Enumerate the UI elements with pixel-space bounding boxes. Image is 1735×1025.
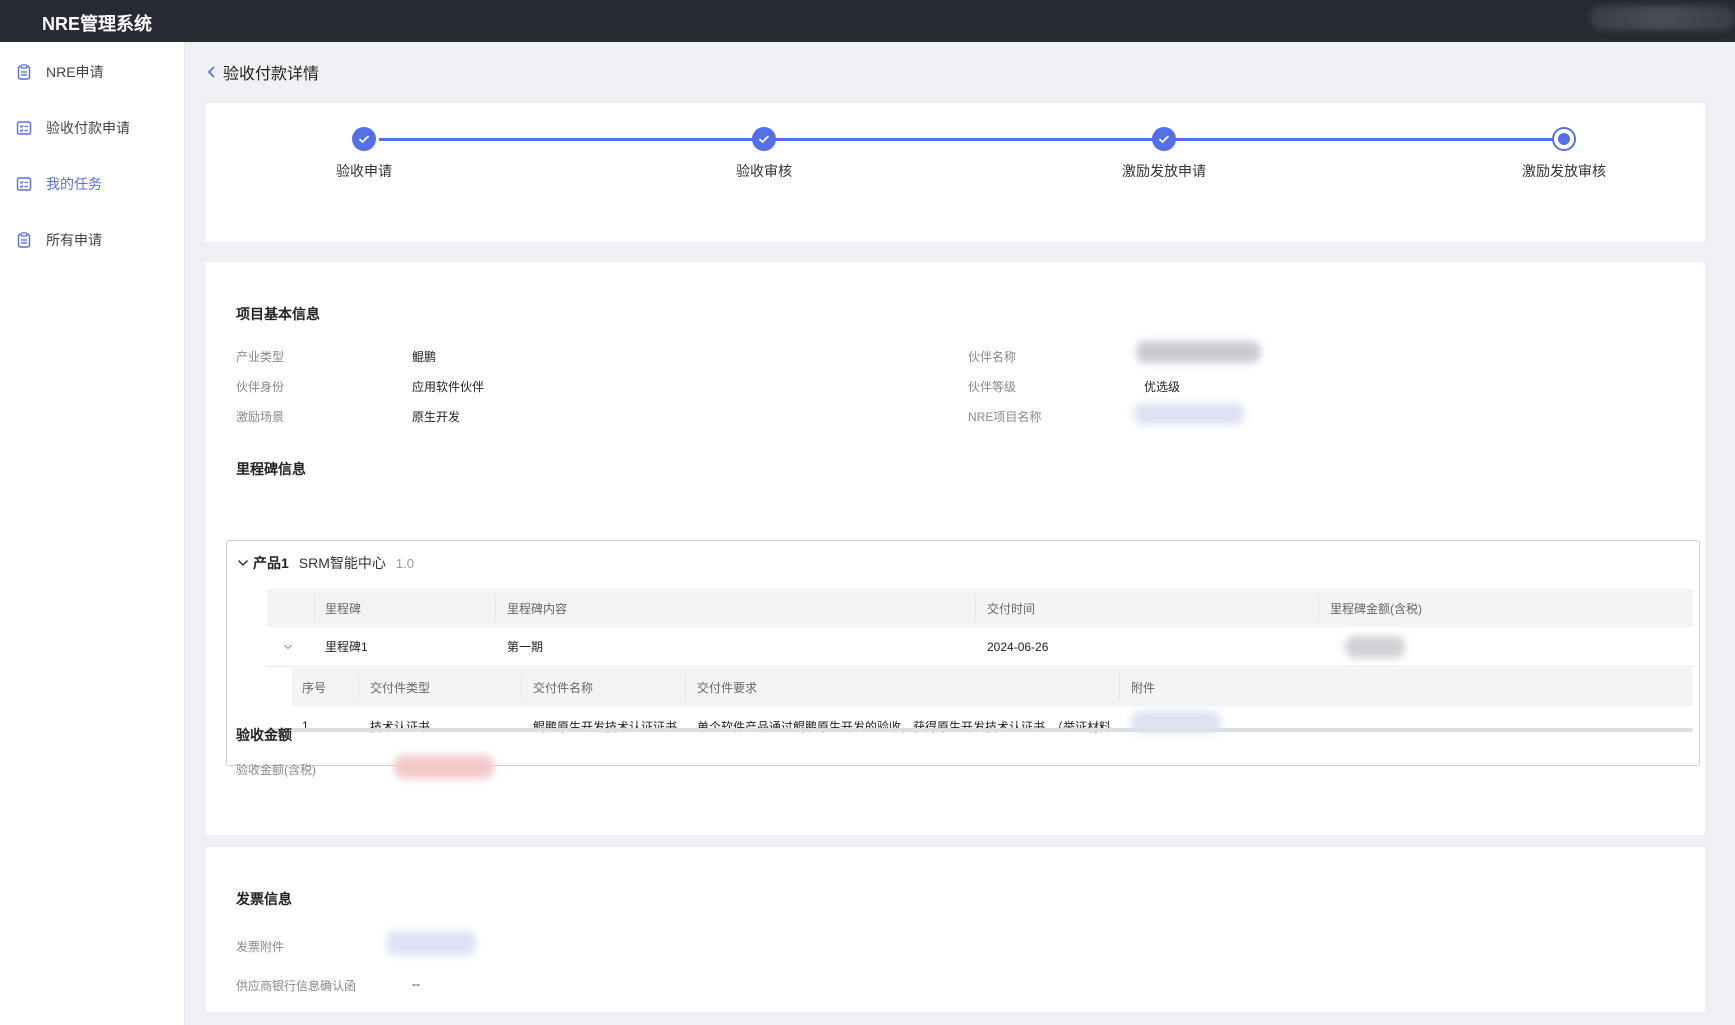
industry-type-label: 产业类型 <box>236 350 285 364</box>
column-header: 序号 <box>302 680 327 695</box>
step-acceptance-apply: 验收申请 <box>264 127 464 181</box>
partner-level-value: 优选级 <box>1144 380 1181 394</box>
column-header: 交付件名称 <box>533 680 594 695</box>
milestone-table-header: 里程碑 里程碑内容 交付时间 里程碑金额(含税) <box>267 589 1693 627</box>
top-bar: NRE管理系统 <box>0 0 1735 42</box>
acceptance-amount-title: 验收金额 <box>236 727 292 743</box>
sidebar-item-nre-apply[interactable]: NRE申请 <box>0 52 185 92</box>
user-info-redacted[interactable] <box>1590 6 1735 30</box>
column-divider <box>521 674 522 700</box>
column-header: 交付件类型 <box>370 680 431 695</box>
sidebar: NRE申请 验收付款申请 我的任务 所有申请 <box>0 42 185 1025</box>
partner-identity-label: 伙伴身份 <box>236 380 285 394</box>
acceptance-amount-label: 验收金额(含税) <box>236 763 316 777</box>
sidebar-item-label: 所有申请 <box>46 232 102 248</box>
column-divider <box>358 674 359 700</box>
column-divider <box>314 595 315 621</box>
column-divider <box>1119 674 1120 700</box>
deliverable-type: 技术认证书 <box>370 719 431 734</box>
chevron-down-icon[interactable] <box>283 643 293 651</box>
table-row: 里程碑1 第一期 2024-06-26 <box>267 627 1693 667</box>
industry-type-value: 鲲鹏 <box>412 350 437 364</box>
check-icon <box>752 127 776 151</box>
deliverable-requirement: 单个软件产品通过鲲鹏原生开发的验收，获得原生开发技术认证书。（举证材料：鲲... <box>697 719 1112 734</box>
table-row: 1 技术认证书 鲲鹏原生开发技术认证证书 单个软件产品通过鲲鹏原生开发的验收，获… <box>292 706 1693 746</box>
column-header: 里程碑金额(含税) <box>1330 601 1422 616</box>
page-title: 验收付款详情 <box>223 66 320 83</box>
partner-name-value-redacted <box>1136 341 1261 363</box>
row-expand-toggle[interactable] <box>283 627 293 666</box>
milestone-content: 第一期 <box>507 640 544 654</box>
progress-steps: 验收申请 验收审核 激励发放申请 激励发放审核 <box>206 103 1705 242</box>
step-incentive-review: 激励发放审核 <box>1464 127 1664 181</box>
deliverable-index: 1 <box>302 719 309 733</box>
delivery-date: 2024-06-26 <box>987 639 1049 654</box>
app-title: NRE管理系统 <box>42 14 153 34</box>
invoice-title: 发票信息 <box>236 891 292 907</box>
steps-connector-line <box>379 138 1570 141</box>
partner-name-label: 伙伴名称 <box>968 350 1017 364</box>
column-divider <box>1318 595 1319 621</box>
invoice-attachment-label: 发票附件 <box>236 940 285 954</box>
checklist-icon <box>16 177 32 191</box>
nre-project-value-redacted <box>1134 403 1244 425</box>
current-step-icon <box>1552 127 1576 151</box>
step-incentive-apply: 激励发放申请 <box>1064 127 1264 181</box>
partner-identity-value: 应用软件伙伴 <box>412 380 485 394</box>
horizontal-scrollbar[interactable] <box>267 728 1693 732</box>
column-divider <box>975 595 976 621</box>
nre-project-label: NRE项目名称 <box>968 410 1042 424</box>
column-header: 交付件要求 <box>697 680 758 695</box>
invoice-attachment-redacted[interactable] <box>386 931 476 955</box>
deliverable-name: 鲲鹏原生开发技术认证证书 <box>533 719 678 734</box>
partner-level-label: 伙伴等级 <box>968 380 1017 394</box>
column-header: 附件 <box>1131 680 1156 695</box>
milestone-product-panel: 产品1 SRM智能中心 1.0 里程碑 里程碑内容 交付时间 里程碑金额(含税)… <box>226 540 1700 766</box>
bank-confirm-value: -- <box>412 977 420 991</box>
clipboard-icon <box>17 64 31 80</box>
incentive-scene-value: 原生开发 <box>412 410 461 424</box>
clipboard-icon <box>17 232 31 248</box>
check-icon <box>352 127 376 151</box>
sidebar-item-label: 验收付款申请 <box>46 120 130 136</box>
milestone-name: 里程碑1 <box>325 640 368 654</box>
milestone-amount-redacted <box>1345 636 1405 658</box>
product-label: 产品1 <box>253 555 289 571</box>
sidebar-item-all-applications[interactable]: 所有申请 <box>0 220 185 260</box>
column-header: 里程碑内容 <box>507 601 568 616</box>
check-icon <box>1152 127 1176 151</box>
sidebar-item-acceptance-payment[interactable]: 验收付款申请 <box>0 108 185 148</box>
product-version: 1.0 <box>395 555 414 571</box>
chevron-down-icon[interactable] <box>237 558 249 568</box>
deliverable-table-header: 序号 交付件类型 交付件名称 交付件要求 附件 <box>292 668 1693 706</box>
step-acceptance-review: 验收审核 <box>664 127 864 181</box>
column-divider <box>495 595 496 621</box>
back-link[interactable]: 验收付款详情 <box>207 60 319 84</box>
sidebar-item-label: NRE申请 <box>46 64 104 80</box>
bank-confirm-label: 供应商银行信息确认函 <box>236 979 357 993</box>
sidebar-item-my-tasks[interactable]: 我的任务 <box>0 164 185 204</box>
main-content: 验收付款详情 验收申请 验收审核 激励发放申请 激励发放审核 项目基本信息 产业… <box>185 42 1735 1025</box>
chevron-left-icon <box>207 66 215 78</box>
project-info-card: 项目基本信息 产业类型 鲲鹏 伙伴身份 应用软件伙伴 激励场景 原生开发 伙伴名… <box>206 262 1705 835</box>
basic-info-title: 项目基本信息 <box>236 306 320 322</box>
product-name: SRM智能中心 <box>298 555 386 571</box>
column-header: 交付时间 <box>987 601 1036 616</box>
incentive-scene-label: 激励场景 <box>236 410 285 424</box>
column-divider <box>685 674 686 700</box>
checklist-icon <box>16 121 32 135</box>
milestone-title: 里程碑信息 <box>236 461 306 477</box>
column-header: 里程碑 <box>325 601 362 616</box>
product-header[interactable]: 产品1 SRM智能中心 1.0 <box>237 553 414 573</box>
acceptance-amount-value-redacted <box>394 755 494 779</box>
sidebar-item-label: 我的任务 <box>46 176 102 192</box>
invoice-card: 发票信息 发票附件 供应商银行信息确认函 -- <box>206 847 1705 1012</box>
